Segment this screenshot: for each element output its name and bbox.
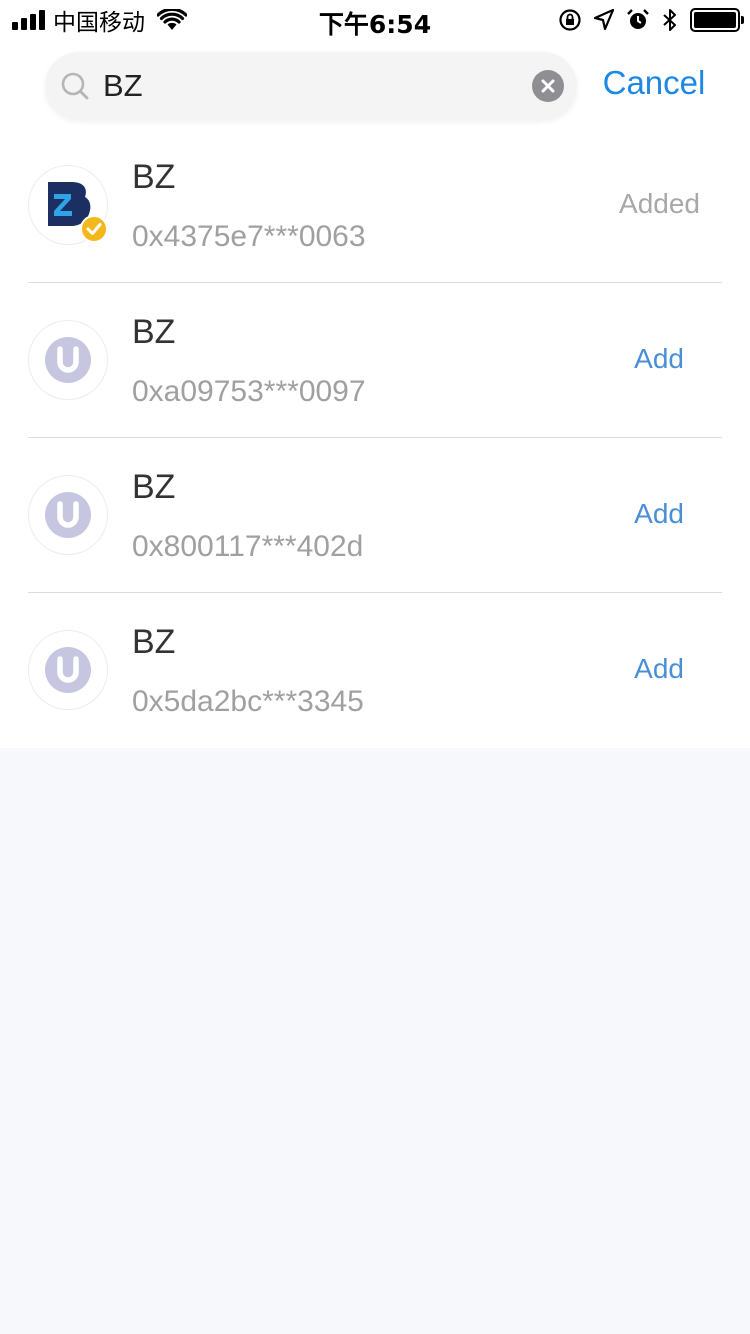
token-name: BZ	[132, 313, 176, 351]
status-bar-right	[558, 6, 744, 34]
alarm-icon	[627, 9, 649, 29]
token-logo	[28, 630, 108, 710]
bluetooth-icon	[663, 9, 676, 31]
token-row[interactable]: BZ 0x5da2bc***3345 Add	[28, 593, 722, 748]
token-row[interactable]: BZ 0x800117***402d Add	[28, 438, 722, 593]
add-token-button[interactable]: Add	[634, 343, 684, 375]
default-token-icon	[45, 337, 91, 383]
status-bar: 中国移动 下午6:54	[0, 0, 750, 40]
token-row[interactable]: BZ 0xa09753***0097 Add	[28, 283, 722, 438]
added-label: Added	[619, 188, 700, 219]
search-input[interactable]	[103, 64, 503, 108]
token-name: BZ	[132, 468, 176, 506]
token-logo	[28, 165, 108, 245]
bz-logo-icon	[48, 182, 108, 243]
token-address: 0x4375e7***0063	[132, 220, 366, 253]
cancel-button[interactable]: Cancel	[596, 64, 712, 108]
close-icon	[541, 79, 555, 93]
clear-search-button[interactable]	[532, 70, 564, 102]
token-name: BZ	[132, 158, 176, 196]
orientation-lock-icon	[559, 9, 581, 31]
token-row[interactable]: BZ 0x4375e7***0063 Added	[28, 128, 722, 283]
search-icon	[61, 72, 89, 100]
token-address: 0x5da2bc***3345	[132, 685, 364, 718]
token-logo	[28, 320, 108, 400]
token-address: 0xa09753***0097	[132, 375, 366, 408]
add-token-button[interactable]: Add	[634, 498, 684, 530]
default-token-icon	[45, 647, 91, 693]
battery-icon	[690, 8, 744, 32]
token-results-list: BZ 0x4375e7***0063 Added BZ 0xa09753***0…	[0, 128, 750, 748]
default-token-icon	[45, 492, 91, 538]
token-name: BZ	[132, 623, 176, 661]
token-logo	[28, 475, 108, 555]
token-address: 0x800117***402d	[132, 530, 364, 563]
add-token-button[interactable]: Add	[634, 653, 684, 685]
location-icon	[594, 9, 614, 31]
search-bar[interactable]	[45, 52, 577, 120]
